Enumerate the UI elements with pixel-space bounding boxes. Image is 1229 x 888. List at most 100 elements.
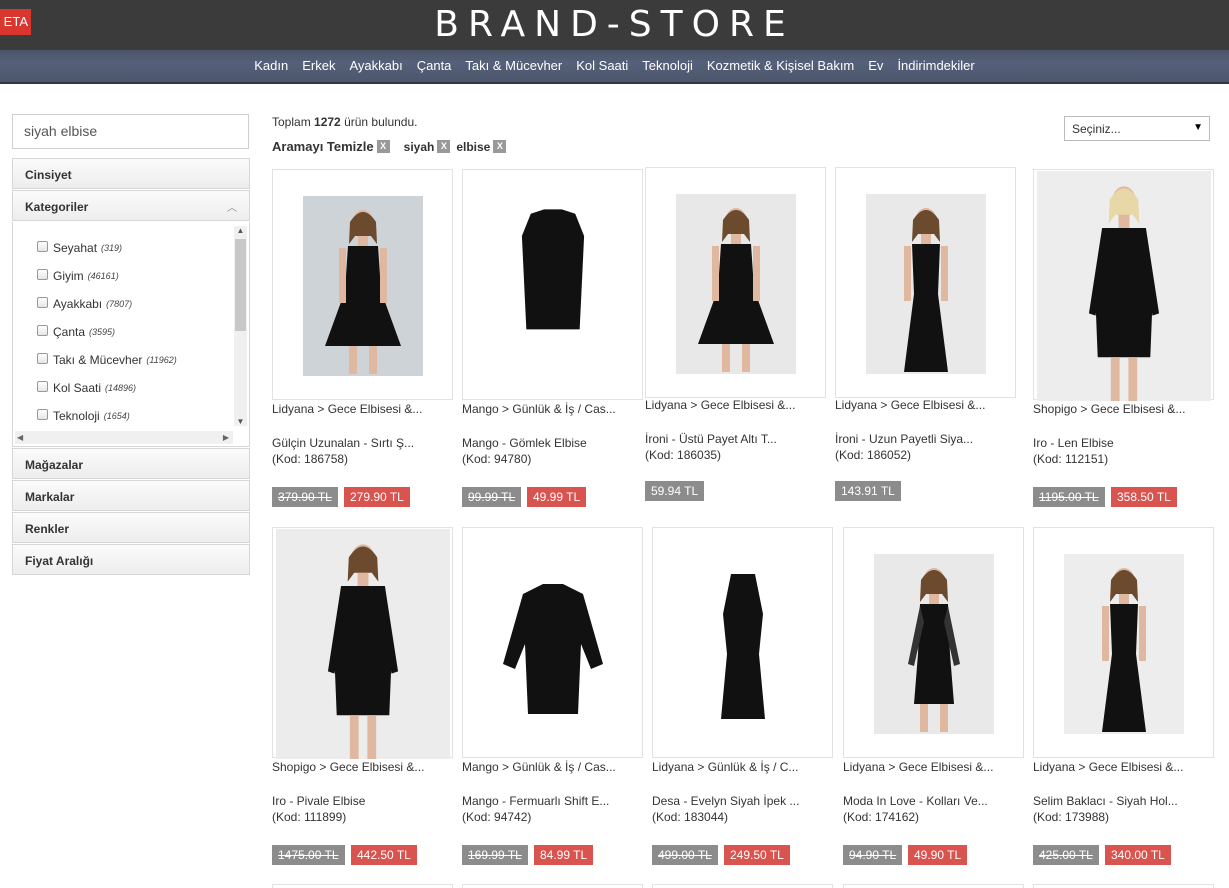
category-item[interactable]: Takı & Mücevher (11962) [37, 346, 177, 374]
product-photo[interactable] [493, 196, 613, 356]
scroll-thumb[interactable] [235, 239, 246, 331]
product-photo[interactable] [1037, 171, 1211, 401]
product-name[interactable]: Mango - Gömlek Elbise [462, 436, 587, 450]
category-item[interactable]: Giyim (46161) [37, 262, 177, 290]
product-category-path[interactable]: Lidyana > Gece Elbisesi &... [843, 760, 993, 774]
facet-cinsiyet[interactable]: Cinsiyet [12, 158, 250, 189]
facet-magazalar[interactable]: Mağazalar [12, 448, 250, 479]
horizontal-scrollbar[interactable]: ◀ ▶ [15, 431, 233, 444]
product-card[interactable]: Lidyana > Gece Elbisesi &... Gülçin Uzuna… [272, 169, 453, 509]
vertical-scrollbar[interactable]: ▲ ▼ [234, 226, 247, 426]
scroll-right-icon[interactable]: ▶ [223, 431, 229, 444]
product-image-frame[interactable] [835, 167, 1016, 398]
product-card[interactable]: Lidyana > Günlük & İş / C... Desa - Evely… [652, 527, 833, 867]
product-photo[interactable] [874, 554, 994, 734]
product-image-frame[interactable] [272, 884, 453, 888]
category-item[interactable]: Teknoloji (1654) [37, 402, 177, 430]
product-image-frame[interactable] [1033, 527, 1214, 758]
product-image-frame[interactable] [462, 527, 643, 758]
nav-item-kadin[interactable]: Kadın [254, 58, 288, 73]
product-name[interactable]: Selim Baklacı - Siyah Hol... [1033, 794, 1178, 808]
product-name[interactable]: Iro - Pivale Elbise [272, 794, 365, 808]
checkbox[interactable] [37, 268, 48, 280]
product-card[interactable]: Mango > Günlük & İş / Cas... Mango - Ferm… [462, 527, 643, 867]
category-item[interactable]: Ayakkabı (7807) [37, 290, 177, 318]
product-image-frame[interactable] [462, 169, 643, 400]
facet-kategoriler[interactable]: Kategoriler ︿ [12, 190, 250, 221]
brand-logo[interactable]: BRAND-STORE [0, 4, 1229, 45]
category-item[interactable]: Çanta (3595) [37, 318, 177, 346]
product-category-path[interactable]: Mango > Günlük & İş / Cas... [462, 402, 616, 416]
product-category-path[interactable]: Shopigo > Gece Elbisesi &... [272, 760, 424, 774]
product-image-frame[interactable] [1033, 169, 1214, 401]
product-card[interactable]: Lidyana > Gece Elbisesi &... Moda In Love… [843, 527, 1024, 867]
category-item[interactable]: Seyahat (319) [37, 234, 177, 262]
product-image-frame[interactable] [843, 527, 1024, 758]
product-card[interactable]: Shopigo > Gece Elbisesi &... Iro - Len El… [1033, 169, 1214, 509]
checkbox[interactable] [37, 240, 48, 252]
checkbox[interactable] [37, 352, 48, 364]
product-photo[interactable] [276, 529, 450, 759]
facet-fiyat-araligi[interactable]: Fiyat Aralığı [12, 544, 250, 575]
scroll-down-icon[interactable]: ▼ [235, 417, 246, 426]
product-image-frame[interactable] [652, 527, 833, 758]
scroll-left-icon[interactable]: ◀ [17, 431, 23, 444]
category-item[interactable]: Kol Saati (14896) [37, 374, 177, 402]
product-category-path[interactable]: Lidyana > Gece Elbisesi &... [835, 398, 985, 412]
nav-item-ev[interactable]: Ev [868, 58, 883, 73]
search-input[interactable]: siyah elbise [12, 114, 249, 149]
nav-item-indirim[interactable]: İndirimdekiler [897, 58, 974, 73]
product-photo[interactable] [866, 194, 986, 374]
product-image-frame[interactable] [843, 884, 1024, 888]
product-image-frame[interactable] [645, 167, 826, 398]
sort-select[interactable]: Seçiniz... ▼ [1064, 116, 1210, 141]
product-name[interactable]: Desa - Evelyn Siyah İpek ... [652, 794, 799, 808]
product-photo[interactable] [676, 194, 796, 374]
product-name[interactable]: Gülçin Uzunalan - Sırtı Ş... [272, 436, 414, 450]
checkbox[interactable] [37, 296, 48, 308]
product-name[interactable]: Moda In Love - Kolları Ve... [843, 794, 988, 808]
product-photo[interactable] [303, 196, 423, 376]
product-category-path[interactable]: Lidyana > Gece Elbisesi &... [272, 402, 422, 416]
product-photo[interactable] [493, 554, 613, 734]
nav-item-taki[interactable]: Takı & Mücevher [465, 58, 562, 73]
product-name[interactable]: İroni - Uzun Payetli Siya... [835, 432, 973, 446]
product-image-frame[interactable] [652, 884, 833, 888]
scroll-up-icon[interactable]: ▲ [235, 226, 246, 235]
product-card[interactable]: Lidyana > Gece Elbisesi &... Selim Baklac… [1033, 527, 1214, 867]
product-photo[interactable] [1064, 554, 1184, 734]
nav-item-kol-saati[interactable]: Kol Saati [576, 58, 628, 73]
chevron-up-icon[interactable]: ︿ [227, 199, 237, 214]
product-image-frame[interactable] [272, 169, 453, 400]
product-category-path[interactable]: Lidyana > Gece Elbisesi &... [645, 398, 795, 412]
product-image-frame[interactable] [272, 527, 453, 759]
product-category-path[interactable]: Shopigo > Gece Elbisesi &... [1033, 402, 1185, 416]
product-card[interactable]: Lidyana > Gece Elbisesi &... İroni - Uzun… [835, 167, 1016, 507]
product-category-path[interactable]: Lidyana > Gece Elbisesi &... [1033, 760, 1183, 774]
product-name[interactable]: İroni - Üstü Payet Altı T... [645, 432, 777, 446]
remove-elbise-x-icon[interactable]: X [493, 140, 507, 153]
product-image-frame[interactable] [1033, 884, 1214, 888]
clear-search-x-icon[interactable]: X [376, 140, 390, 153]
product-card[interactable]: Shopigo > Gece Elbisesi &... Iro - Pivale… [272, 527, 453, 867]
product-name[interactable]: Mango - Fermuarlı Shift E... [462, 794, 609, 808]
nav-item-teknoloji[interactable]: Teknoloji [642, 58, 693, 73]
product-image-frame[interactable] [462, 884, 643, 888]
product-card[interactable]: Mango > Günlük & İş / Cas... Mango - Göml… [462, 169, 643, 509]
product-photo[interactable] [683, 554, 803, 734]
facet-renkler[interactable]: Renkler [12, 512, 250, 543]
facet-markalar[interactable]: Markalar [12, 480, 250, 511]
nav-item-canta[interactable]: Çanta [417, 58, 452, 73]
product-category-path[interactable]: Mango > Günlük & İş / Cas... [462, 760, 616, 774]
nav-item-erkek[interactable]: Erkek [302, 58, 335, 73]
product-category-path[interactable]: Lidyana > Günlük & İş / C... [652, 760, 798, 774]
remove-siyah-x-icon[interactable]: X [437, 140, 451, 153]
nav-item-kozmetik[interactable]: Kozmetik & Kişisel Bakım [707, 58, 854, 73]
checkbox[interactable] [37, 408, 48, 420]
product-name[interactable]: Iro - Len Elbise [1033, 436, 1114, 450]
nav-item-ayakkabi[interactable]: Ayakkabı [349, 58, 402, 73]
checkbox[interactable] [37, 324, 48, 336]
checkbox[interactable] [37, 380, 48, 392]
product-card[interactable]: Lidyana > Gece Elbisesi &... İroni - Üstü… [645, 167, 826, 507]
clear-search-link[interactable]: Aramayı Temizle [272, 139, 374, 154]
